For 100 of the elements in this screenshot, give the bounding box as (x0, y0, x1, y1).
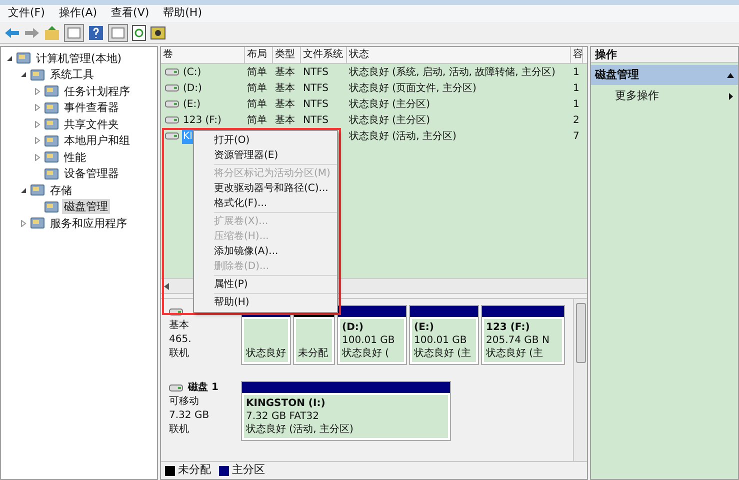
table-cell: 简单 (247, 66, 267, 78)
column-header[interactable]: 文件系统 (301, 47, 347, 63)
table-cell: 简单 (247, 82, 267, 94)
disk-info: 联机 (169, 347, 189, 361)
table-cell: 状态良好 (活动, 主分区) (349, 130, 456, 142)
vertical-scrollbar[interactable] (573, 299, 587, 461)
collapsed-arrow-icon[interactable] (34, 120, 40, 128)
tree-item[interactable]: 任务计划程序 (62, 84, 132, 99)
table-cell: NTFS (303, 98, 329, 110)
table-cell: 1 (573, 66, 580, 78)
context-menu-item[interactable]: 资源管理器(E) (214, 148, 337, 163)
scroll-left-icon[interactable] (164, 282, 169, 290)
context-menu-item[interactable]: 帮助(H) (214, 295, 337, 310)
collapsed-arrow-icon[interactable] (34, 154, 40, 161)
legend-label: 未分配 (178, 462, 211, 478)
expanded-arrow-icon[interactable] (20, 186, 26, 194)
disk-info: 联机 (169, 423, 189, 437)
table-cell: 基本 (275, 66, 295, 78)
tree-item[interactable]: 本地用户和组 (62, 133, 132, 148)
partition-status: 状态良好 (活动, 主分区) (246, 423, 354, 436)
collapsed-arrow-icon[interactable] (34, 137, 40, 144)
collapsed-arrow-icon[interactable] (34, 104, 40, 112)
partition-name: 123 (F:) (486, 321, 530, 334)
tree-item[interactable]: 计算机管理(本地) (34, 50, 124, 66)
partition-block[interactable]: 123 (F:) 205.74 GB N 状态良好 (主 (481, 305, 565, 365)
table-cell: NTFS (303, 66, 329, 78)
folder-tool-icon (44, 150, 59, 164)
table-cell: NTFS (303, 82, 329, 94)
table-cell: 基本 (275, 114, 295, 126)
menu-item[interactable]: 操作(A) (58, 5, 98, 22)
section-label: 磁盘管理 (595, 66, 639, 83)
partition-name: (D:) (342, 321, 364, 334)
column-header[interactable]: 类型 (273, 47, 301, 63)
tree-item[interactable]: 服务和应用程序 (48, 216, 129, 231)
folder-tool-icon (44, 134, 59, 148)
actions-section-header[interactable]: 磁盘管理 (591, 65, 738, 85)
volume-name[interactable]: (C:) (182, 64, 202, 80)
expanded-arrow-icon[interactable] (6, 54, 12, 62)
folder-tool-icon (30, 183, 45, 198)
partition-size: 100.01 GB (414, 334, 467, 347)
volume-name[interactable]: (E:) (182, 96, 202, 112)
folder-up-icon[interactable] (44, 24, 60, 40)
table-cell: 1 (573, 82, 580, 94)
table-cell: 7 (573, 130, 580, 142)
partition-status: 未分配 (298, 347, 328, 360)
submenu-triangle-icon (729, 92, 733, 100)
table-cell: 状态良好 (主分区) (349, 98, 430, 110)
help-icon[interactable] (88, 24, 104, 40)
tree-item[interactable]: 共享文件夹 (62, 116, 121, 132)
collapsed-arrow-icon[interactable] (20, 220, 26, 227)
menu-item[interactable]: 帮助(H) (163, 5, 202, 22)
partition-size: 205.74 GB N (486, 334, 550, 347)
disk-info: 465. (169, 333, 192, 347)
table-cell: 状态良好 (主分区) (349, 114, 430, 126)
scroll-thumb[interactable] (576, 303, 586, 363)
partition-block[interactable]: KINGSTON (I:) 7.32 GB FAT32 状态良好 (活动, 主分区) (241, 381, 451, 441)
tree-item[interactable]: 存储 (48, 182, 74, 198)
tree-item[interactable]: 设备管理器 (62, 166, 121, 182)
volume-name[interactable]: 123 (F:) (182, 112, 222, 128)
column-header[interactable]: 布局 (245, 47, 273, 63)
action-link[interactable]: 更多操作 (615, 88, 659, 104)
menu-item[interactable]: 文件(F) (8, 5, 45, 22)
tree-item[interactable]: 性能 (62, 150, 88, 165)
collapsed-arrow-icon[interactable] (34, 88, 40, 95)
partition-block[interactable]: (D:) 100.01 GB 状态良好 ( (337, 305, 407, 365)
tree-item[interactable]: 系统工具 (48, 67, 96, 82)
context-menu-item[interactable]: 添加镜像(A)... (214, 244, 337, 259)
table-cell: 简单 (247, 98, 267, 110)
folder-tool-icon (16, 51, 31, 66)
disk-info: 7.32 GB (169, 409, 210, 423)
menu-item[interactable]: 查看(V) (111, 5, 150, 22)
partition-status: 状态良好 ( (342, 347, 390, 360)
disk-info: 可移动 (169, 395, 199, 409)
table-cell: 基本 (275, 98, 295, 110)
folder-tool-icon (30, 216, 45, 230)
folder-tool-icon (30, 68, 45, 82)
context-menu-item[interactable]: 格式化(F)... (214, 196, 337, 211)
partition-status: 状态良好 (主 (414, 347, 472, 360)
tree-item[interactable]: 磁盘管理 (62, 199, 110, 214)
column-header[interactable]: 容 (571, 47, 583, 63)
collapse-triangle-icon[interactable] (727, 72, 734, 78)
partition-header-bar (410, 306, 478, 317)
back-arrow-icon[interactable] (4, 26, 20, 40)
folder-tool-icon (44, 166, 59, 181)
context-menu-item[interactable]: 属性(P) (214, 277, 337, 292)
table-cell: 基本 (275, 82, 295, 94)
folder-tool-icon (44, 84, 59, 98)
tree-item[interactable]: 事件查看器 (62, 100, 121, 116)
partition-size: 100.01 GB (342, 334, 395, 347)
column-header[interactable]: 状态 (347, 47, 571, 63)
partition-name: KINGSTON (I:) (246, 397, 326, 410)
partition-block[interactable]: (E:) 100.01 GB 状态良好 (主 (409, 305, 479, 365)
column-header[interactable]: 卷 (161, 47, 245, 63)
forward-arrow-icon[interactable] (24, 26, 40, 40)
disk-info: 基本 (169, 319, 189, 333)
actions-title: 操作 (591, 47, 738, 63)
context-menu-item[interactable]: 打开(O) (214, 133, 337, 148)
context-menu-item[interactable]: 更改驱动器号和路径(C)... (214, 181, 337, 196)
volume-name[interactable]: (D:) (182, 80, 203, 96)
expanded-arrow-icon[interactable] (20, 71, 26, 78)
